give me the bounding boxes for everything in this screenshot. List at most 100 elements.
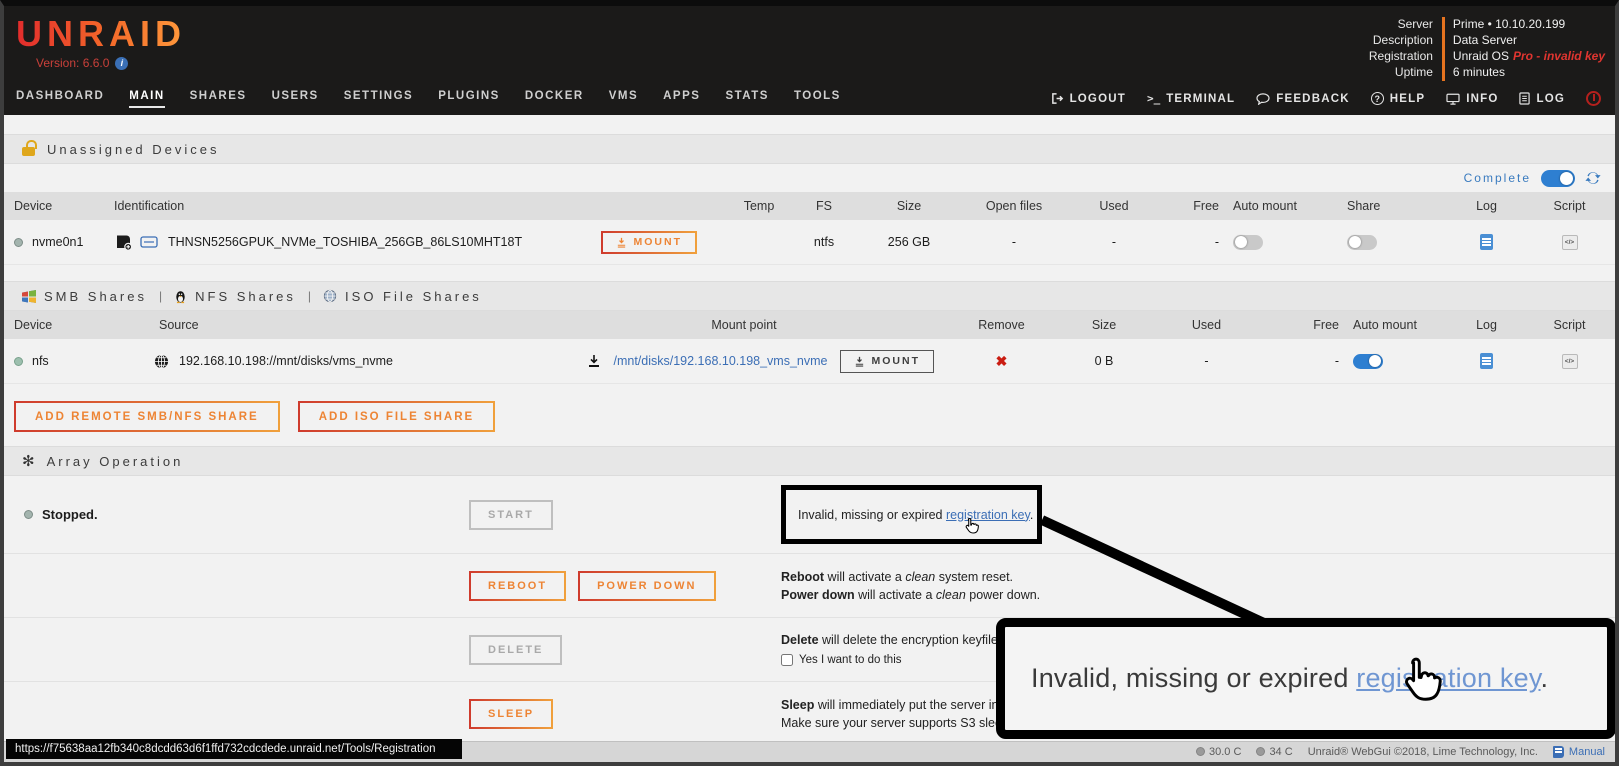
col-device: Device	[14, 199, 114, 213]
array-status-dot	[24, 510, 33, 519]
logout-icon	[1051, 92, 1064, 105]
main-navbar: DASHBOARD MAIN SHARES USERS SETTINGS PLU…	[4, 82, 1615, 115]
share-source[interactable]: 192.168.10.198://mnt/disks/vms_nvme	[179, 354, 393, 368]
server-info-panel: Server Description Registration Uptime P…	[1369, 16, 1605, 82]
nav-shares[interactable]: SHARES	[190, 90, 247, 108]
tab-separator-2: |	[308, 289, 311, 303]
share-device-name[interactable]: nfs	[32, 354, 49, 368]
unlock-icon	[22, 147, 35, 156]
nav-main[interactable]: MAIN	[129, 90, 164, 108]
unassigned-devices-title: Unassigned Devices	[47, 142, 220, 157]
document-icon	[1519, 92, 1530, 105]
device-script-icon[interactable]: </>	[1562, 235, 1578, 250]
callout-registration-key-link[interactable]: registration key	[1356, 663, 1540, 693]
nav-settings[interactable]: SETTINGS	[344, 90, 414, 108]
sleep-button[interactable]: SLEEP	[469, 699, 553, 729]
nav-docker[interactable]: DOCKER	[525, 90, 584, 108]
hdd-add-icon[interactable]	[114, 234, 133, 251]
registration-notice-box: Invalid, missing or expired registration…	[781, 485, 1042, 544]
col-log: Log	[1439, 199, 1534, 213]
col-used: Used	[1069, 199, 1159, 213]
array-operation-section-header: ✻ Array Operation	[4, 446, 1615, 476]
zoom-callout-box: Invalid, missing or expired registration…	[996, 618, 1616, 739]
nav-tools[interactable]: TOOLS	[794, 90, 841, 108]
col2-source: Source	[114, 318, 534, 332]
nav-vms[interactable]: VMS	[609, 90, 638, 108]
share-log-icon[interactable]	[1480, 353, 1493, 369]
brand-block: UNRAID Version: 6.6.0 i	[16, 14, 186, 82]
col2-script: Script	[1534, 318, 1605, 332]
feedback-icon	[1256, 93, 1270, 105]
version-info-icon[interactable]: i	[115, 57, 128, 70]
description-label: Description	[1369, 32, 1433, 48]
book-icon	[1553, 746, 1564, 758]
reboot-button[interactable]: REBOOT	[469, 571, 566, 601]
nav-users[interactable]: USERS	[272, 90, 319, 108]
tab-smb-shares[interactable]: SMB Shares	[22, 289, 147, 304]
info-button[interactable]: INFO	[1446, 93, 1498, 105]
status-bar-url: https://f75638aa12fb340c8dcdd63d6f1ffd73…	[6, 739, 462, 759]
add-iso-share-button[interactable]: ADD ISO FILE SHARE	[298, 401, 495, 432]
remove-share-button[interactable]: ✖	[996, 353, 1008, 370]
delete-button[interactable]: DELETE	[469, 635, 562, 665]
tab-separator: |	[159, 289, 162, 303]
mount-icon	[854, 356, 865, 367]
logout-button[interactable]: LOGOUT	[1051, 92, 1126, 105]
mount-point-link[interactable]: /mnt/disks/192.168.10.198_vms_nvme	[613, 354, 827, 368]
manual-link[interactable]: Manual	[1553, 746, 1605, 758]
complete-toggle-label[interactable]: Complete	[1464, 171, 1531, 185]
top-header: UNRAID Version: 6.6.0 i Server Descripti…	[4, 6, 1615, 82]
copyright-text: Unraid® WebGui ©2018, Lime Technology, I…	[1308, 746, 1538, 758]
help-button[interactable]: ? HELP	[1371, 92, 1425, 105]
device-name[interactable]: nvme0n1	[32, 235, 83, 249]
version-label: Version: 6.6.0	[36, 56, 109, 70]
col2-used: Used	[1159, 318, 1254, 332]
unassigned-devices-table-header: Device Identification Temp FS Size Open …	[4, 192, 1615, 220]
device-log-icon[interactable]	[1480, 234, 1493, 250]
share-auto-mount-toggle[interactable]	[1353, 354, 1383, 369]
tab-iso-file-shares[interactable]: ISO File Shares	[323, 289, 482, 304]
col-size: Size	[859, 199, 959, 213]
power-down-button[interactable]: POWER DOWN	[578, 571, 715, 601]
col-open-files: Open files	[959, 199, 1069, 213]
windows-icon	[22, 290, 36, 303]
device-auto-mount-toggle[interactable]	[1233, 235, 1263, 250]
terminal-button[interactable]: >_ TERMINAL	[1147, 92, 1235, 105]
mount-device-button[interactable]: MOUNT	[601, 231, 698, 254]
device-used: -	[1069, 235, 1159, 249]
refresh-icon[interactable]	[1585, 170, 1601, 186]
col-temp: Temp	[729, 199, 789, 213]
nav-dashboard[interactable]: DASHBOARD	[16, 90, 104, 108]
nav-stats[interactable]: STATS	[725, 90, 769, 108]
nav-apps[interactable]: APPS	[663, 90, 700, 108]
col-identification: Identification	[114, 199, 729, 213]
delete-confirm-checkbox[interactable]	[781, 654, 793, 666]
share-script-icon[interactable]: </>	[1562, 354, 1578, 369]
device-status-dot	[14, 238, 23, 247]
mount-share-button[interactable]: MOUNT	[840, 350, 935, 373]
uptime-label: Uptime	[1369, 64, 1433, 80]
col2-remove: Remove	[954, 318, 1049, 332]
share-free: -	[1254, 354, 1339, 368]
device-fs: ntfs	[789, 235, 859, 249]
browser-window: UNRAID Version: 6.6.0 i Server Descripti…	[0, 0, 1619, 766]
tab-nfs-shares[interactable]: NFS Shares	[174, 289, 296, 304]
log-button[interactable]: LOG	[1519, 92, 1565, 105]
device-share-toggle[interactable]	[1347, 235, 1377, 250]
col-share: Share	[1329, 199, 1439, 213]
complete-toggle[interactable]	[1541, 170, 1575, 187]
mount-icon	[616, 237, 627, 248]
registration-key-link[interactable]: registration key	[946, 508, 1030, 522]
power-down-description: Power down will activate a clean power d…	[781, 586, 1605, 604]
nav-plugins[interactable]: PLUGINS	[438, 90, 500, 108]
add-remote-share-button[interactable]: ADD REMOTE SMB/NFS SHARE	[14, 401, 280, 432]
temp-dot-icon	[1196, 747, 1205, 756]
share-size: 0 B	[1049, 354, 1159, 368]
alert-power-icon[interactable]	[1586, 91, 1601, 106]
device-identification[interactable]: THNSN5256GPUK_NVMe_TOSHIBA_256GB_86LS10M…	[168, 235, 522, 249]
start-button[interactable]: START	[469, 500, 553, 530]
array-icon: ✻	[22, 452, 35, 470]
col2-log: Log	[1439, 318, 1534, 332]
device-free: -	[1159, 235, 1219, 249]
feedback-button[interactable]: FEEDBACK	[1256, 93, 1350, 105]
